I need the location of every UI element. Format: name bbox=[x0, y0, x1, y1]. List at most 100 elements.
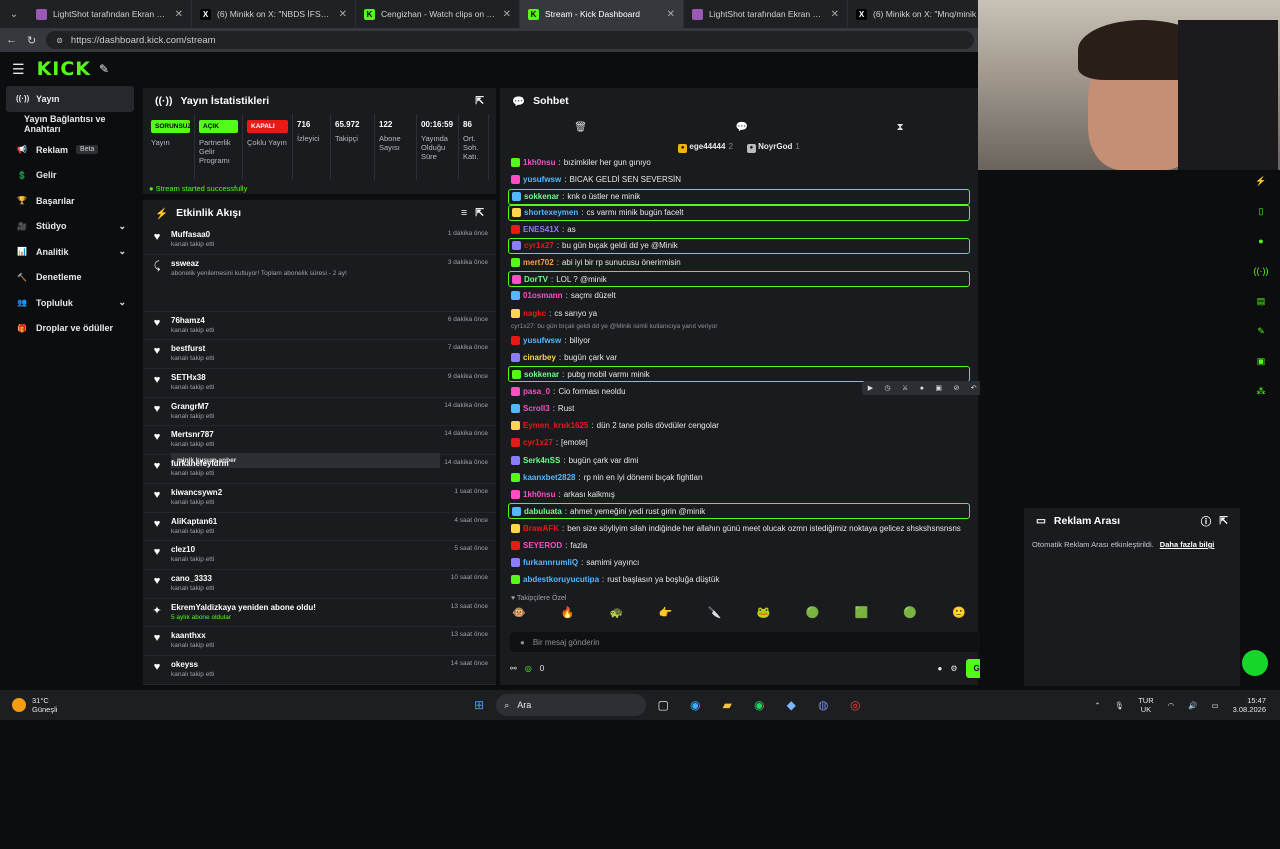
chat-username[interactable]: 01osmann bbox=[523, 291, 563, 300]
emote-icon[interactable]: 🐢 bbox=[610, 606, 624, 619]
chat-username[interactable]: 1kh0nsu bbox=[523, 490, 555, 499]
sidebar-item[interactable]: 📢 Reklam Beta bbox=[0, 137, 140, 163]
discord-icon[interactable]: ◍ bbox=[812, 694, 834, 716]
reload-icon[interactable]: ↻ bbox=[27, 34, 36, 47]
chat-username[interactable]: yusufwsw bbox=[523, 175, 561, 184]
sidebar-item[interactable]: 📊 Analitik ⌄ bbox=[0, 239, 140, 265]
search-box[interactable]: ⌕ Ara bbox=[496, 694, 647, 716]
chat-username[interactable]: DorTV bbox=[524, 275, 548, 284]
activity-name[interactable]: Muffasaa0 bbox=[171, 230, 440, 239]
menu-icon[interactable]: ☰ bbox=[12, 61, 25, 78]
tools-icon[interactable]: ✎ bbox=[1250, 320, 1272, 342]
chat-message[interactable]: yusufwsw: biliyor bbox=[500, 332, 978, 349]
gifter[interactable]: ● ege44444 2 bbox=[678, 142, 733, 153]
chat-message[interactable]: nagkc: cs sarıyo ya bbox=[500, 304, 978, 321]
activity-name[interactable]: SETHx38 bbox=[171, 373, 440, 382]
edge-icon[interactable]: ◉ bbox=[684, 694, 706, 716]
activity-name[interactable]: Mertsnr787 bbox=[171, 430, 436, 439]
chat-username[interactable]: BrawAFK bbox=[523, 524, 559, 533]
sidebar-item[interactable]: 💲 Gelir bbox=[0, 163, 140, 189]
activity-name[interactable]: GrangrM7 bbox=[171, 402, 436, 411]
activity-name[interactable]: ssweaz bbox=[171, 259, 440, 268]
language-indicator[interactable]: TUR UK bbox=[1138, 696, 1153, 714]
chat-message[interactable]: sokkenar: knk o üstler ne minik bbox=[508, 188, 970, 205]
chat-bubble-icon[interactable]: 💬 bbox=[736, 122, 748, 133]
popout-icon[interactable]: ⇱ bbox=[475, 95, 484, 107]
chat-message[interactable]: yusufwsw: BICAK GELDİ SEN SEVERSİN bbox=[500, 171, 978, 188]
chat-message[interactable]: cinarbey: bugün çark var bbox=[500, 349, 978, 366]
chat-username[interactable]: furkannrumliQ bbox=[523, 558, 578, 567]
url-field[interactable]: ⊜ https://dashboard.kick.com/stream bbox=[46, 31, 974, 49]
emote-icon[interactable]: 🟢 bbox=[806, 606, 820, 619]
chat-message[interactable]: 01osmann: saçmı düzelt bbox=[500, 287, 978, 304]
sidebar-item[interactable]: 🎁 Droplar ve ödüller bbox=[0, 316, 140, 342]
activity-name[interactable]: kaanthxx bbox=[171, 631, 443, 640]
chat-username[interactable]: shortexeymen bbox=[524, 208, 578, 217]
chat-username[interactable]: nagkc bbox=[523, 309, 546, 318]
chevron-down-icon[interactable]: ⌄ bbox=[118, 246, 126, 257]
chat-message[interactable]: mert702: abi iyi bir rp sunucusu önerirmi… bbox=[500, 254, 978, 271]
clock[interactable]: 15:47 3.08.2026 bbox=[1233, 696, 1266, 714]
chat-username[interactable]: abdestkoruyucutipa bbox=[523, 575, 599, 584]
link-icon[interactable]: ⚯ bbox=[510, 664, 517, 673]
browser-tab[interactable]: K Cengizhan - Watch clips on Kick ✕ bbox=[356, 0, 520, 28]
clock-icon[interactable]: ◷ bbox=[885, 384, 891, 392]
chat-message[interactable]: dabuluata: ahmet yemeğini yedi rust girin… bbox=[508, 503, 970, 520]
chat-username[interactable]: Eymen_kruk1625 bbox=[523, 421, 588, 430]
emote-icon[interactable]: 👉 bbox=[659, 606, 673, 619]
ban-icon[interactable]: ⊘ bbox=[953, 384, 959, 392]
close-icon[interactable]: ✕ bbox=[339, 9, 347, 20]
chevron-down-icon[interactable]: ⌄ bbox=[118, 297, 126, 308]
wifi-icon[interactable]: ◠ bbox=[1168, 701, 1175, 710]
activity-name[interactable]: okeyss bbox=[171, 660, 443, 669]
chat-username[interactable]: kaanxbet2828 bbox=[523, 473, 575, 482]
tray-chevron-icon[interactable]: ⌃ bbox=[1094, 701, 1100, 710]
copy-icon[interactable]: ▣ bbox=[935, 384, 942, 392]
activity-name[interactable]: AliKaptan61 bbox=[171, 517, 446, 526]
app-icon[interactable]: ◆ bbox=[780, 694, 802, 716]
play-icon[interactable]: ▶ bbox=[868, 384, 873, 392]
emote-icon[interactable]: 🟢 bbox=[903, 606, 917, 619]
start-icon[interactable]: ⊞ bbox=[468, 694, 490, 716]
chat-username[interactable]: cyr1x27 bbox=[524, 241, 554, 250]
chat-icon[interactable]: ● bbox=[938, 664, 943, 673]
layers-icon[interactable]: ▤ bbox=[1250, 290, 1272, 312]
activity-name[interactable]: cano_3333 bbox=[171, 574, 443, 583]
chat-message[interactable]: Scroll3: Rust bbox=[500, 400, 978, 417]
gifter[interactable]: ● NoyrGod 1 bbox=[746, 142, 800, 153]
chat-message[interactable]: ENES41X: as bbox=[500, 221, 978, 238]
timeout-icon[interactable]: ⚔ bbox=[902, 384, 908, 392]
chat-username[interactable]: Serk4nSS bbox=[523, 456, 560, 465]
window-icon[interactable]: ▣ bbox=[1250, 350, 1272, 372]
activity-name[interactable]: bestfurst bbox=[171, 344, 440, 353]
chat-username[interactable]: cinarbey bbox=[523, 353, 556, 362]
activity-name[interactable]: furkanefeyldrm bbox=[171, 459, 436, 468]
chat-message[interactable]: 1kh0nsu: arkası kalkmış bbox=[500, 486, 978, 503]
chat-icon[interactable]: ● bbox=[920, 385, 924, 392]
chat-username[interactable]: dabuluata bbox=[524, 507, 562, 516]
close-icon[interactable]: ✕ bbox=[503, 9, 511, 20]
browser-tab[interactable]: X (6) Minikk on X: "NBDS İFSA :) http ✕ bbox=[192, 0, 356, 28]
emote-icon[interactable]: 🐵 bbox=[512, 606, 526, 619]
undo-icon[interactable]: ↶ bbox=[971, 384, 977, 392]
sidebar-item[interactable]: 👥 Topluluk ⌄ bbox=[0, 290, 140, 316]
chat-username[interactable]: Scroll3 bbox=[523, 404, 550, 413]
ad-link[interactable]: Daha fazla bilgi bbox=[1160, 540, 1215, 549]
chat-username[interactable]: 1kh0nsu bbox=[523, 158, 555, 167]
chat-input[interactable]: ● Bir mesaj gönderin ☻ bbox=[510, 632, 1010, 652]
chat-message[interactable]: sokkenar: pubg mobil varmı minik bbox=[508, 366, 970, 383]
tab-list-button[interactable]: ⌄ bbox=[0, 0, 28, 28]
sidebar-item[interactable]: ((·)) Yayın bbox=[6, 86, 134, 112]
chrome-icon[interactable]: ◎ bbox=[844, 694, 866, 716]
emote-picker-icon[interactable]: 🙂 bbox=[952, 606, 966, 619]
close-icon[interactable]: ✕ bbox=[831, 9, 839, 20]
chat-username[interactable]: sokkenar bbox=[524, 370, 559, 379]
filter-icon[interactable]: ≡ bbox=[461, 207, 467, 219]
browser-tab[interactable]: K Stream - Kick Dashboard ✕ bbox=[520, 0, 684, 28]
chat-username[interactable]: ENES41X bbox=[523, 225, 559, 234]
back-icon[interactable]: ← bbox=[6, 34, 17, 46]
chat-username[interactable]: mert702 bbox=[523, 258, 554, 267]
emote-icon[interactable]: 🐸 bbox=[757, 606, 771, 619]
pin-icon[interactable]: ✎ bbox=[99, 62, 109, 76]
mobile-icon[interactable]: ▯ bbox=[1250, 200, 1272, 222]
